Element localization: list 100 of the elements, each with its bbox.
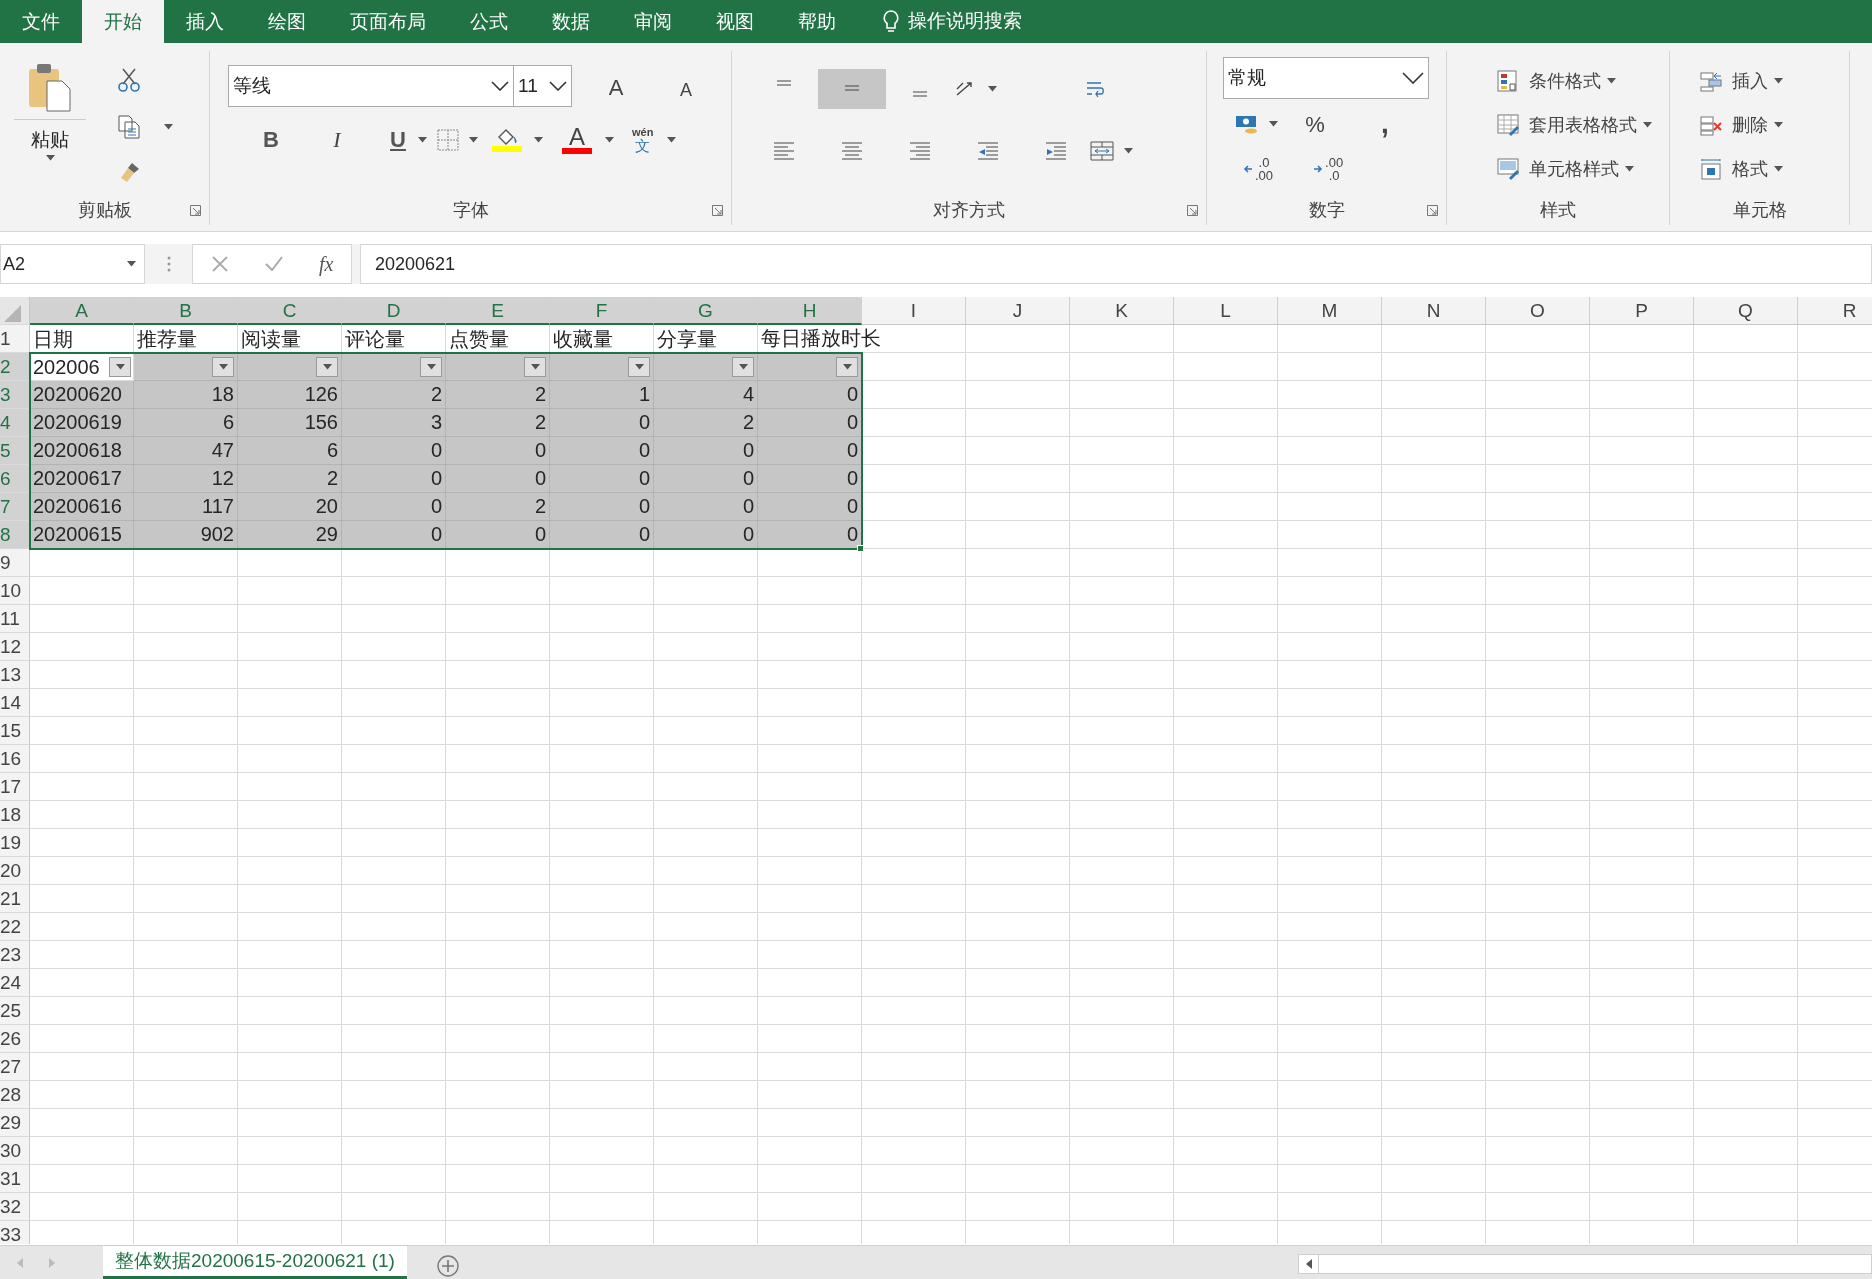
filter-button[interactable] [316, 356, 338, 377]
row-header[interactable]: 26 [0, 1025, 30, 1053]
column-header[interactable]: A [30, 297, 134, 325]
caret-icon[interactable] [1607, 78, 1616, 84]
filter-button[interactable] [836, 356, 858, 377]
row-header[interactable]: 30 [0, 1137, 30, 1165]
insert-function-button[interactable]: fx [318, 249, 334, 279]
column-header[interactable]: O [1486, 297, 1590, 325]
increase-indent-icon[interactable] [1044, 140, 1068, 162]
row-header[interactable]: 24 [0, 969, 30, 997]
column-header[interactable]: Q [1694, 297, 1798, 325]
paste-button[interactable]: 粘贴 [31, 126, 69, 155]
font-color-button[interactable]: A [561, 125, 593, 148]
row-header[interactable]: 22 [0, 913, 30, 941]
launcher-icon[interactable] [712, 204, 723, 216]
row-header[interactable]: 32 [0, 1193, 30, 1221]
scroll-left-icon[interactable] [1305, 1259, 1312, 1269]
style-menu-button[interactable]: 条件格式 [1529, 67, 1616, 95]
column-header[interactable]: D [342, 297, 446, 325]
comma-style-button[interactable]: , [1370, 107, 1400, 141]
row-header[interactable]: 5 [0, 437, 30, 465]
row-header[interactable]: 8 [0, 521, 30, 549]
launcher-icon[interactable] [190, 204, 201, 216]
caret-icon[interactable] [1774, 166, 1783, 172]
decrease-indent-icon[interactable] [976, 140, 1000, 162]
row-header[interactable]: 4 [0, 409, 30, 437]
row-header[interactable]: 25 [0, 997, 30, 1025]
column-header[interactable]: L [1174, 297, 1278, 325]
name-box[interactable]: A2 [0, 244, 145, 284]
column-header[interactable]: J [966, 297, 1070, 325]
more-icon[interactable] [166, 256, 171, 272]
style-menu-button[interactable]: 套用表格格式 [1529, 111, 1652, 139]
ribbon-tab[interactable]: 开始 [82, 0, 164, 43]
row-header[interactable]: 15 [0, 717, 30, 745]
paste-icon[interactable] [27, 63, 73, 113]
caret-icon[interactable] [1124, 148, 1133, 154]
ribbon-tab[interactable]: 页面布局 [328, 0, 448, 43]
row-header[interactable]: 33 [0, 1221, 30, 1244]
caret-icon[interactable] [164, 124, 173, 130]
column-header[interactable]: K [1070, 297, 1174, 325]
caret-icon[interactable] [45, 154, 55, 161]
filter-button[interactable] [212, 356, 234, 377]
row-header[interactable]: 23 [0, 941, 30, 969]
percent-button[interactable]: % [1300, 107, 1330, 141]
font-name-field[interactable]: 等线 [228, 65, 514, 107]
row-header[interactable]: 19 [0, 829, 30, 857]
lightbulb-icon[interactable] [882, 8, 900, 35]
filter-button[interactable] [732, 356, 754, 377]
italic-button[interactable]: I [312, 123, 362, 156]
scissors-icon[interactable] [118, 68, 140, 93]
ribbon-tab[interactable]: 公式 [448, 0, 530, 43]
ribbon-tab[interactable]: 绘图 [246, 0, 328, 43]
column-header[interactable]: R [1798, 297, 1872, 325]
caret-icon[interactable] [1774, 122, 1783, 128]
style-menu-button[interactable]: 单元格样式 [1529, 155, 1634, 183]
column-header[interactable]: C [238, 297, 342, 325]
column-header[interactable]: B [134, 297, 238, 325]
ribbon-tab[interactable]: 审阅 [612, 0, 694, 43]
cells-menu-button[interactable]: 格式 [1732, 155, 1783, 183]
filter-button[interactable] [628, 356, 650, 377]
column-header[interactable]: N [1382, 297, 1486, 325]
caret-icon[interactable] [667, 136, 677, 143]
increase-decimal-button[interactable]: .0 .00 [1243, 156, 1274, 182]
ribbon-tab[interactable]: 插入 [164, 0, 246, 43]
chevron-icon[interactable] [549, 81, 567, 91]
chevron-icon[interactable] [1402, 72, 1424, 84]
fill-handle[interactable] [857, 545, 864, 552]
caret-icon[interactable] [605, 136, 614, 143]
column-header[interactable]: F [550, 297, 654, 325]
column-header[interactable]: H [758, 297, 862, 325]
caret-icon[interactable] [469, 136, 478, 143]
decrease-decimal-button[interactable]: .00 .0 [1313, 156, 1344, 182]
row-header[interactable]: 1 [0, 325, 30, 353]
filter-button[interactable] [524, 356, 546, 377]
cells-menu-button[interactable]: 插入 [1732, 67, 1783, 95]
column-header[interactable]: P [1590, 297, 1694, 325]
row-header[interactable]: 31 [0, 1165, 30, 1193]
column-header[interactable]: I [862, 297, 966, 325]
grow-font-button[interactable]: A [598, 68, 634, 104]
row-header[interactable]: 13 [0, 661, 30, 689]
tell-me-search[interactable]: 操作说明搜索 [908, 7, 1022, 36]
horizontal-scrollbar[interactable] [1298, 1254, 1872, 1274]
row-header[interactable]: 27 [0, 1053, 30, 1081]
column-header[interactable]: M [1278, 297, 1382, 325]
launcher-icon[interactable] [1187, 204, 1198, 216]
column-header[interactable]: G [654, 297, 758, 325]
caret-icon[interactable] [1269, 121, 1278, 127]
caret-icon[interactable] [127, 261, 136, 267]
row-header[interactable]: 11 [0, 605, 30, 633]
launcher-icon[interactable] [1427, 204, 1438, 216]
filter-button[interactable] [420, 356, 442, 377]
currency-icon[interactable] [1235, 113, 1259, 135]
shrink-font-button[interactable]: A [668, 68, 704, 104]
row-header[interactable]: 9 [0, 549, 30, 577]
row-header[interactable]: 20 [0, 857, 30, 885]
row-header[interactable]: 28 [0, 1081, 30, 1109]
row-header[interactable]: 12 [0, 633, 30, 661]
cells-menu-button[interactable]: 删除 [1732, 111, 1783, 139]
caret-icon[interactable] [534, 136, 543, 143]
caret-icon[interactable] [988, 86, 997, 92]
